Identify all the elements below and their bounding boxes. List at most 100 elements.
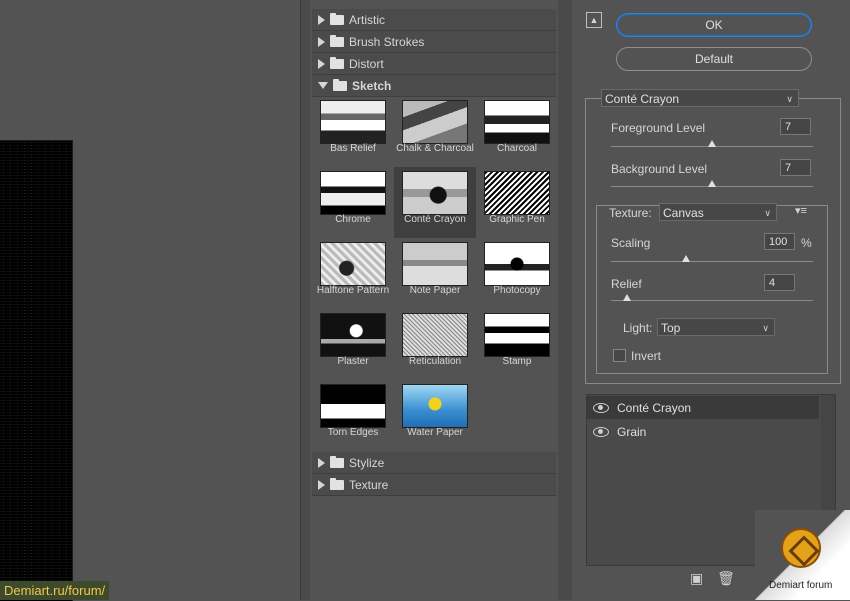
expand-arrow-icon — [318, 36, 325, 47]
eye-icon[interactable] — [593, 426, 609, 437]
folder-label: Stylize — [349, 455, 385, 470]
thumbnail-torn-edges[interactable]: Torn Edges — [312, 380, 394, 451]
foreground-level-label: Foreground Level — [611, 121, 706, 135]
layer-grain[interactable]: Grain — [587, 420, 819, 443]
graphic-pen-thumbnail — [484, 171, 550, 215]
thumbnail-label: Note Paper — [409, 285, 461, 296]
background-level-knob[interactable] — [708, 180, 716, 187]
thumbnail-label: Graphic Pen — [489, 214, 545, 225]
thumbnail-label: Reticulation — [408, 356, 462, 367]
layer-conte-crayon[interactable]: Conté Crayon — [587, 396, 819, 419]
scaling-input[interactable]: 100 — [764, 233, 795, 250]
thumbnail-chrome[interactable]: Chrome — [312, 167, 394, 238]
relief-knob[interactable] — [623, 294, 632, 301]
gallery-scrollbar[interactable] — [558, 0, 572, 600]
folder-label: Sketch — [352, 78, 392, 93]
thumbnail-note-paper[interactable]: Note Paper — [394, 238, 476, 309]
chrome-thumbnail — [320, 171, 386, 215]
sketch-thumbnails: Bas Relief Chalk & Charcoal Charcoal Chr… — [312, 96, 556, 444]
bas-relief-thumbnail — [320, 100, 386, 144]
new-effect-layer-icon[interactable]: ▣ — [690, 570, 703, 586]
preview-image[interactable] — [0, 140, 73, 601]
relief-slider[interactable] — [611, 300, 813, 301]
light-select[interactable]: Top ∨ — [657, 318, 775, 336]
filter-gallery: Artistic Brush Strokes Distort Sketch Ba… — [310, 0, 558, 600]
thumbnail-chalk-charcoal[interactable]: Chalk & Charcoal — [394, 96, 476, 167]
thumbnail-charcoal[interactable]: Charcoal — [476, 96, 558, 167]
thumbnail-photocopy[interactable]: Photocopy — [476, 238, 558, 309]
folder-label: Texture — [349, 477, 389, 492]
chalk-charcoal-thumbnail — [402, 100, 468, 144]
thumbnail-label: Water Paper — [407, 427, 463, 438]
invert-checkbox[interactable] — [613, 349, 626, 362]
scaling-unit: % — [801, 236, 812, 250]
conte-crayon-thumbnail — [402, 171, 468, 215]
thumbnail-label: Stamp — [502, 356, 532, 367]
plaster-thumbnail — [320, 313, 386, 357]
chevron-down-icon: ∨ — [786, 94, 793, 104]
watermark-brand: Demiart forum — [769, 580, 833, 591]
collapse-icon[interactable]: ▲ — [586, 12, 602, 28]
thumbnail-bas-relief[interactable]: Bas Relief — [312, 96, 394, 167]
default-button[interactable]: Default — [616, 47, 812, 71]
collapse-arrow-icon — [318, 82, 328, 89]
page-curl-watermark: Demiart forum — [755, 510, 850, 600]
thumbnail-halftone-pattern[interactable]: Halftone Pattern — [312, 238, 394, 309]
thumbnail-graphic-pen[interactable]: Graphic Pen — [476, 167, 558, 238]
foreground-level-knob[interactable] — [708, 140, 716, 147]
thumbnail-water-paper[interactable]: Water Paper — [394, 380, 476, 451]
thumbnail-plaster[interactable]: Plaster — [312, 309, 394, 380]
folder-icon — [330, 12, 344, 25]
scaling-label: Scaling — [611, 236, 651, 250]
expand-arrow-icon — [318, 58, 325, 69]
thumbnail-label: Charcoal — [496, 143, 538, 154]
folder-label: Distort — [349, 56, 384, 71]
note-paper-thumbnail — [402, 242, 468, 286]
background-level-label: Background Level — [611, 162, 708, 176]
folder-artistic[interactable]: Artistic — [312, 9, 556, 31]
folder-icon — [330, 56, 344, 69]
light-select-value: Top — [661, 321, 681, 335]
chevron-down-icon: ∨ — [762, 323, 769, 333]
texture-select[interactable]: Canvas ∨ — [659, 203, 777, 221]
foreground-level-input[interactable]: 7 — [780, 118, 811, 135]
settings-panel: ▲ OK Default Conté Crayon ∨ Foreground L… — [572, 0, 850, 600]
folder-label: Artistic — [349, 12, 385, 27]
light-label: Light: — [623, 321, 653, 335]
thumbnail-stamp[interactable]: Stamp — [476, 309, 558, 380]
background-level-input[interactable]: 7 — [780, 159, 811, 176]
chevron-down-icon: ∨ — [764, 208, 771, 218]
filter-select[interactable]: Conté Crayon ∨ — [601, 89, 799, 107]
layer-label: Grain — [617, 424, 647, 439]
watermark-url: Demiart.ru/forum/ — [0, 581, 110, 600]
thumbnail-label: Conté Crayon — [404, 214, 466, 225]
halftone-pattern-thumbnail — [320, 242, 386, 286]
thumbnail-label: Chalk & Charcoal — [396, 143, 474, 154]
folder-icon — [330, 477, 344, 490]
trash-icon[interactable]: 🗑 — [717, 570, 735, 586]
folder-distort[interactable]: Distort — [312, 53, 556, 75]
texture-select-value: Canvas — [663, 206, 704, 220]
eye-icon[interactable] — [593, 402, 609, 413]
thumbnail-reticulation[interactable]: Reticulation — [394, 309, 476, 380]
scaling-knob[interactable] — [681, 255, 690, 262]
charcoal-thumbnail — [484, 100, 550, 144]
ok-button[interactable]: OK — [616, 13, 812, 37]
folder-texture[interactable]: Texture — [312, 474, 556, 496]
texture-menu-icon[interactable]: ▾≡ — [795, 204, 807, 217]
thumbnail-label: Chrome — [335, 214, 371, 225]
invert-label: Invert — [631, 349, 662, 363]
thumbnail-label: Torn Edges — [327, 427, 379, 438]
expand-arrow-icon — [318, 479, 325, 490]
water-paper-thumbnail — [402, 384, 468, 428]
thumbnail-conte-crayon[interactable]: Conté Crayon — [394, 167, 476, 238]
torn-edges-thumbnail — [320, 384, 386, 428]
scaling-slider[interactable] — [611, 261, 813, 262]
relief-input[interactable]: 4 — [764, 274, 795, 291]
folder-stylize[interactable]: Stylize — [312, 452, 556, 474]
photocopy-thumbnail — [484, 242, 550, 286]
folder-brush-strokes[interactable]: Brush Strokes — [312, 31, 556, 53]
preview-area: Demiart.ru/forum/ — [0, 0, 300, 601]
folder-sketch[interactable]: Sketch — [312, 75, 556, 97]
expand-arrow-icon — [318, 14, 325, 25]
